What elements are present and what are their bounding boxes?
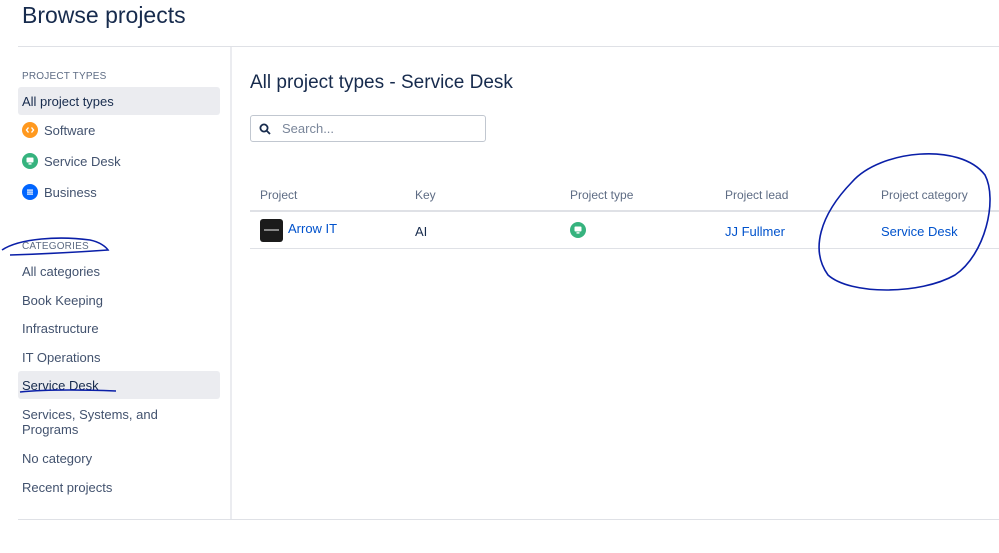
search-icon [259,123,271,135]
business-icon [22,184,38,200]
sidebar: PROJECT TYPES All project types Software… [18,47,232,519]
sidebar-item-label: Recent projects [22,479,113,495]
sidebar-item-all-categories[interactable]: All categories [18,257,220,285]
column-header-project-category[interactable]: Project category [881,188,968,202]
search-input[interactable] [280,120,474,137]
project-name-link[interactable]: Arrow IT [288,221,337,236]
search-box[interactable] [250,115,486,142]
sidebar-item-services-systems-programs[interactable]: Services, Systems, and Programs [18,407,220,441]
annotation-circle-project-category [818,153,991,291]
table-header-divider [250,210,999,212]
sidebar-item-label: All categories [22,263,101,279]
sidebar-item-recent-projects[interactable]: Recent projects [18,473,220,501]
project-types-heading: PROJECT TYPES [22,71,107,82]
project-lead-link[interactable]: JJ Fullmer [725,224,785,239]
sidebar-item-infrastructure[interactable]: Infrastructure [18,314,220,342]
footer-divider [18,519,999,520]
project-category-link[interactable]: Service Desk [881,224,958,239]
sidebar-item-all-project-types[interactable]: All project types [18,87,220,115]
sidebar-item-label: Business [44,184,97,200]
project-avatar[interactable] [260,219,283,242]
sidebar-item-service-desk-category[interactable]: Service Desk [18,371,220,399]
sidebar-item-service-desk[interactable]: Service Desk [18,147,220,175]
column-header-key[interactable]: Key [415,188,436,202]
table-row-divider [250,248,999,249]
sidebar-item-business[interactable]: Business [18,178,220,206]
column-header-project[interactable]: Project [260,188,297,202]
project-key: AI [415,224,428,239]
column-header-project-type[interactable]: Project type [570,188,633,202]
sidebar-item-label: Service Desk [22,377,99,393]
sidebar-item-book-keeping[interactable]: Book Keeping [18,286,220,314]
sidebar-item-label: Book Keeping [22,292,103,308]
sidebar-item-it-operations[interactable]: IT Operations [18,343,220,371]
sidebar-item-label: Services, Systems, and Programs [22,407,158,437]
page-title: Browse projects [22,2,186,28]
main-title: All project types - Service Desk [250,72,513,93]
service-desk-icon [570,222,586,238]
sidebar-item-software[interactable]: Software [18,116,220,144]
categories-heading: CATEGORIES [22,241,89,252]
sidebar-item-label: No category [22,450,93,466]
sidebar-item-no-category[interactable]: No category [18,444,220,472]
sidebar-item-label: Service Desk [44,153,121,169]
sidebar-item-label: Infrastructure [22,320,99,336]
sidebar-item-label: Software [44,122,96,138]
column-header-project-lead[interactable]: Project lead [725,188,788,202]
software-icon [22,122,38,138]
service-desk-icon [22,153,38,169]
sidebar-item-label: IT Operations [22,349,101,365]
sidebar-item-label: All project types [22,93,114,109]
